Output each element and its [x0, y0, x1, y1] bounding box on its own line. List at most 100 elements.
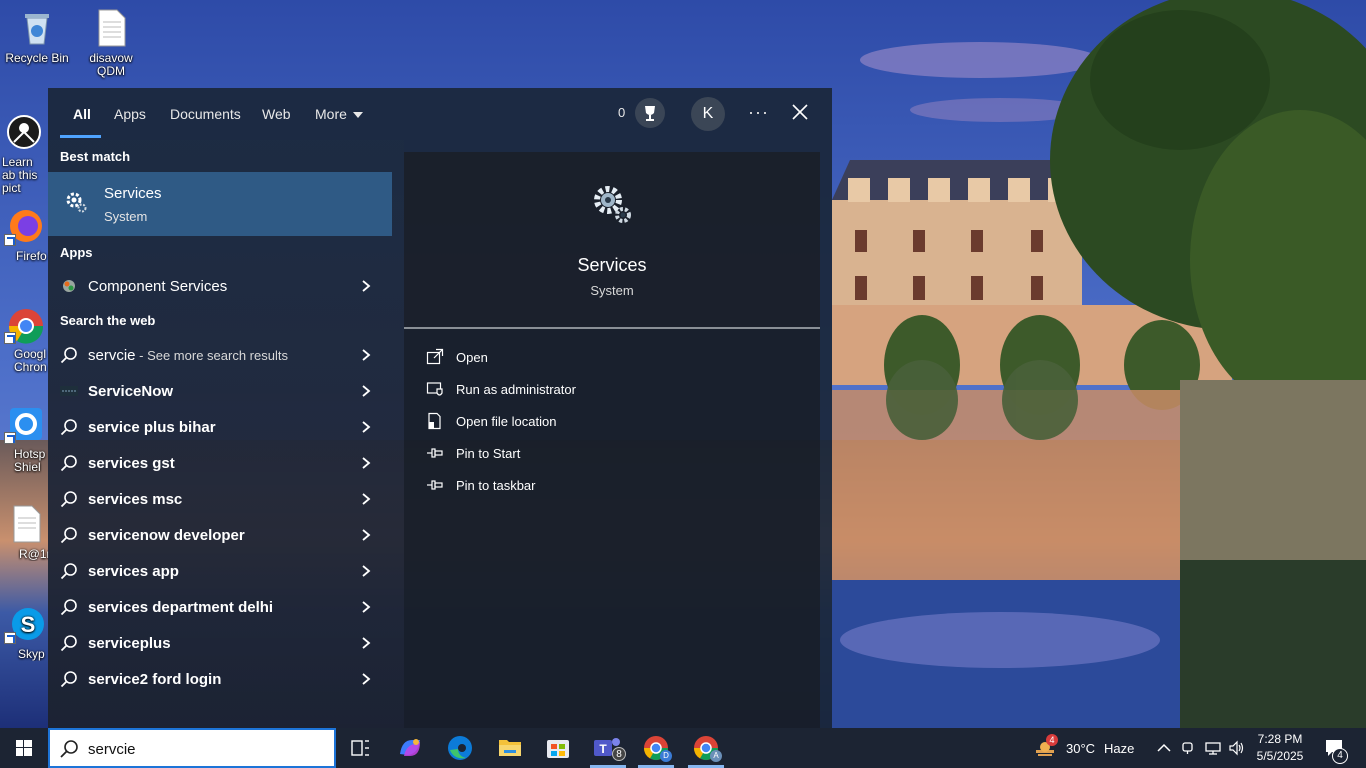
document-icon [91, 8, 131, 48]
tab-documents[interactable]: Documents [170, 88, 241, 140]
search-icon [60, 670, 78, 688]
chevron-right-icon[interactable] [360, 456, 372, 470]
search-icon [59, 739, 79, 759]
volume-icon[interactable] [1228, 740, 1246, 756]
chevron-right-icon[interactable] [360, 672, 372, 686]
tab-more[interactable]: More [315, 88, 363, 140]
chrome-profile-a-icon[interactable]: A [682, 728, 730, 768]
web-result-servcie[interactable]: servcie - See more search results [48, 337, 392, 373]
search-input[interactable]: servcie [88, 741, 136, 758]
web-result-label: serviceplus [88, 635, 171, 652]
desktop-icon-label: Googl Chron [14, 347, 47, 374]
web-result-label: service plus bihar [88, 419, 216, 436]
system-clock[interactable]: 7:28 PM 5/5/2025 [1250, 731, 1310, 765]
chrome-profile-badge: A [710, 750, 722, 762]
chevron-right-icon[interactable] [360, 600, 372, 614]
desktop-icon-learn-about-picture[interactable]: Learn ab this pict [0, 112, 50, 195]
web-result-servicenow-developer[interactable]: servicenow developer [48, 517, 392, 553]
notification-count-badge: 4 [1332, 748, 1348, 764]
web-result-service2-ford-login[interactable]: service2 ford login [48, 661, 392, 697]
file-location-icon [426, 412, 444, 430]
desktop-icon-r1r[interactable]: R@1r [0, 504, 50, 561]
action-label: Pin to taskbar [456, 478, 536, 493]
action-pin-to-taskbar[interactable]: Pin to taskbar [426, 472, 786, 500]
result-detail-pane: Services System Open Run as administrato… [404, 152, 820, 728]
action-pin-to-start[interactable]: Pin to Start [426, 440, 786, 468]
chevron-right-icon[interactable] [360, 279, 372, 293]
chevron-right-icon[interactable] [360, 348, 372, 362]
recycle-bin-icon [17, 8, 57, 48]
web-result-label: service2 ford login [88, 671, 222, 688]
servicenow-icon [60, 382, 78, 400]
tab-web[interactable]: Web [262, 88, 291, 140]
meet-now-icon[interactable] [1180, 740, 1196, 756]
chevron-right-icon[interactable] [360, 564, 372, 578]
chevron-right-icon[interactable] [360, 528, 372, 542]
best-match-services[interactable]: Services System [48, 172, 392, 236]
tab-more-label: More [315, 106, 347, 122]
search-icon [60, 346, 78, 364]
rewards-trophy-icon[interactable] [635, 98, 665, 128]
task-view-icon[interactable] [336, 728, 384, 768]
desktop-icon-recycle-bin[interactable]: Recycle Bin [0, 8, 74, 65]
web-result-suffix: - See more search results [135, 348, 288, 363]
action-run-as-administrator[interactable]: Run as administrator [426, 376, 786, 404]
close-icon[interactable] [790, 102, 810, 122]
desktop-icon-hotspot-shield[interactable]: Hotsp Shiel [0, 404, 50, 474]
desktop-icon-skype[interactable]: S Skyp [0, 604, 50, 661]
network-icon[interactable] [1204, 740, 1222, 756]
show-hidden-icons-chevron-up-icon[interactable] [1156, 740, 1172, 756]
chevron-right-icon[interactable] [360, 420, 372, 434]
action-center-button[interactable]: 4 [1318, 728, 1358, 768]
search-icon [60, 598, 78, 616]
taskbar-search-box[interactable]: servcie [48, 728, 336, 768]
chevron-down-icon [352, 112, 363, 119]
skype-icon: S [4, 604, 44, 644]
desktop-icon-label: Firefo [16, 249, 47, 263]
pin-icon [426, 476, 444, 494]
teams-icon[interactable]: T 8 [584, 728, 632, 768]
hotspot-shield-icon [4, 404, 44, 444]
web-result-service-plus-bihar[interactable]: service plus bihar [48, 409, 392, 445]
desktop-icon-google-chrome[interactable]: Googl Chron [0, 304, 50, 374]
chevron-right-icon[interactable] [360, 636, 372, 650]
desktop-icon-label: Recycle Bin [5, 51, 69, 65]
web-result-serviceplus[interactable]: serviceplus [48, 625, 392, 661]
services-gear-icon [590, 182, 634, 226]
web-result-label: services app [88, 563, 179, 580]
chevron-right-icon[interactable] [360, 384, 372, 398]
web-result-label: servicenow developer [88, 527, 245, 544]
more-options-button[interactable]: ··· [748, 102, 769, 123]
desktop-icon-disavow-qdm[interactable]: disavow QDM [74, 8, 148, 78]
svg-text:S: S [21, 612, 36, 637]
action-open-file-location[interactable]: Open file location [426, 408, 786, 436]
user-avatar[interactable]: K [691, 97, 725, 131]
start-button[interactable] [0, 728, 48, 768]
tab-apps[interactable]: Apps [114, 88, 146, 140]
desktop-icon-firefox[interactable]: Firefo [0, 206, 50, 263]
weather-widget[interactable]: 4 30°C Haze [1032, 728, 1140, 768]
detail-title: Services [577, 255, 647, 275]
edge-icon[interactable] [436, 728, 484, 768]
learn-about-picture-icon [4, 112, 44, 152]
search-icon [60, 562, 78, 580]
microsoft-store-icon[interactable] [534, 728, 582, 768]
web-result-services-department-delhi[interactable]: services department delhi [48, 589, 392, 625]
copilot-icon[interactable] [386, 728, 434, 768]
web-result-services-msc[interactable]: services msc [48, 481, 392, 517]
web-result-label: services department delhi [88, 599, 274, 616]
chrome-profile-d-icon[interactable]: D [632, 728, 680, 768]
pin-icon [426, 444, 444, 462]
rewards-points: 0 [618, 105, 626, 120]
web-result-servicenow[interactable]: ServiceNow [48, 373, 392, 409]
action-open[interactable]: Open [426, 344, 786, 372]
web-result-services-app[interactable]: services app [48, 553, 392, 589]
tab-all[interactable]: All [73, 88, 91, 140]
shield-icon [426, 380, 444, 398]
web-result-services-gst[interactable]: services gst [48, 445, 392, 481]
file-explorer-icon[interactable] [486, 728, 534, 768]
app-item-component-services[interactable]: Component Services [48, 268, 392, 304]
web-result-label: services msc [88, 491, 183, 508]
chevron-right-icon[interactable] [360, 492, 372, 506]
search-icon [60, 418, 78, 436]
